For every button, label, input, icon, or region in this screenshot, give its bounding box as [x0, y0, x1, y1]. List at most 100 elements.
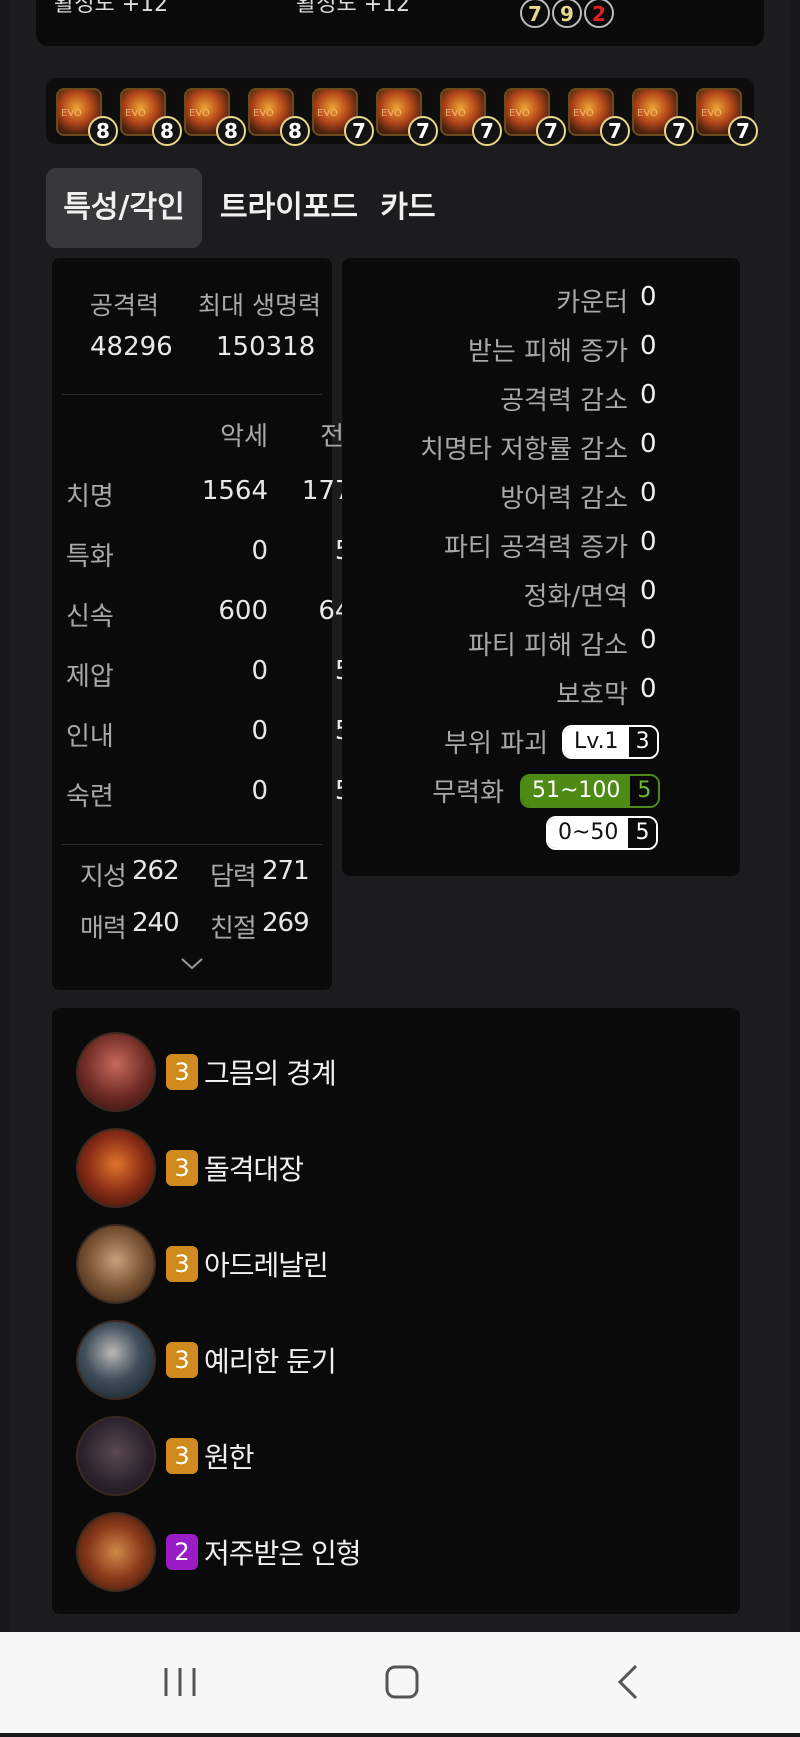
recent-apps-icon — [164, 1668, 196, 1696]
gem-level: 7 — [408, 116, 438, 146]
personality-value: 271 — [262, 856, 310, 886]
gem-icon[interactable]: EVO 8 — [184, 88, 246, 146]
gem-level: 7 — [728, 116, 758, 146]
stat-panel: 공격력 48296 최대 생명력 150318 악세 전체 치명 1564 17… — [52, 258, 368, 990]
back-icon — [617, 1664, 638, 1700]
accessory-header: 악세 — [220, 422, 268, 452]
activation-text-left: 활성도 +12 — [54, 0, 169, 17]
synergy-value: 0 — [640, 331, 657, 361]
home-button[interactable] — [352, 1632, 452, 1733]
tab-engravings[interactable]: 특성/각인 — [46, 168, 202, 248]
card-portrait-icon — [76, 1224, 156, 1304]
gem-icon[interactable]: EVO 8 — [248, 88, 310, 146]
gem-icon[interactable]: EVO 7 — [376, 88, 438, 146]
synergy-value: 0 — [640, 380, 657, 410]
synergy-value: 0 — [640, 576, 657, 606]
divider — [62, 844, 322, 845]
synergy-label: 파티 공격력 증가 — [444, 533, 628, 563]
synergy-value: 0 — [640, 282, 657, 312]
part-break-label: 부위 파괴 — [444, 729, 548, 759]
system-nav-bar — [0, 1632, 800, 1733]
gem-icon[interactable]: EVO 7 — [696, 88, 758, 146]
synergy-label: 보호막 — [556, 680, 628, 710]
attack-value: 48296 — [90, 332, 173, 362]
card-portrait-icon — [76, 1512, 156, 1592]
card-portrait-icon — [76, 1128, 156, 1208]
synergy-value: 0 — [640, 527, 657, 557]
gem-icon[interactable]: EVO 7 — [568, 88, 630, 146]
home-icon — [385, 1665, 419, 1699]
gem-level: 8 — [88, 116, 118, 146]
option-ball: 2 — [584, 0, 614, 28]
max-hp-value: 150318 — [216, 332, 316, 362]
awakening-badge: 3 — [166, 1054, 198, 1090]
option-ball: 7 — [520, 0, 550, 28]
gem-level: 7 — [600, 116, 630, 146]
synergy-value: 0 — [640, 429, 657, 459]
personality-label: 친절 — [210, 914, 257, 944]
synergy-label: 치명타 저항률 감소 — [420, 435, 628, 465]
stagger-high-range: 51~100 — [522, 776, 631, 806]
card-name: 아드레날린 — [204, 1249, 329, 1282]
stagger-low-badge: 0~50 5 — [546, 816, 659, 850]
max-hp-label: 최대 생명력 — [198, 291, 321, 320]
synergy-value: 0 — [640, 674, 657, 704]
back-button[interactable] — [578, 1632, 678, 1733]
synergy-panel: 카운터 0 받는 피해 증가 0 공격력 감소 0 치명타 저항률 감소 0 방… — [342, 258, 740, 876]
gem-level: 8 — [152, 116, 182, 146]
gem-level: 7 — [472, 116, 502, 146]
gem-icon[interactable]: EVO 7 — [632, 88, 694, 146]
gem-icon[interactable]: EVO 8 — [120, 88, 182, 146]
personality-label: 매력 — [80, 914, 127, 944]
option-ball: 9 — [552, 0, 582, 28]
synergy-value: 0 — [640, 478, 657, 508]
recent-apps-button[interactable] — [130, 1632, 230, 1733]
stat-exp-accessory: 0 — [251, 776, 268, 806]
stagger-high-count: 5 — [630, 776, 659, 806]
tab-cards[interactable]: 카드 — [376, 168, 440, 248]
synergy-label: 정화/면역 — [523, 582, 628, 612]
stagger-low-count: 5 — [628, 818, 657, 848]
awakening-badge: 2 — [166, 1534, 198, 1570]
card-portrait-icon — [76, 1416, 156, 1496]
card-name: 그믐의 경계 — [204, 1057, 337, 1090]
personality-value: 262 — [132, 856, 180, 886]
gem-icon[interactable]: EVO 8 — [56, 88, 118, 146]
stat-crit-accessory: 1564 — [201, 476, 268, 506]
part-break-tier: Lv.1 — [564, 727, 629, 757]
stat-crit-label: 치명 — [66, 482, 114, 512]
awakening-badge: 3 — [166, 1438, 198, 1474]
card-portrait-icon — [76, 1320, 156, 1400]
gem-icon[interactable]: EVO 7 — [312, 88, 374, 146]
synergy-label: 방어력 감소 — [500, 484, 628, 514]
awakening-badge: 3 — [166, 1342, 198, 1378]
awakening-badge: 3 — [166, 1150, 198, 1186]
stat-dom-label: 제압 — [66, 662, 114, 692]
attack-label: 공격력 — [90, 291, 160, 320]
gem-level: 8 — [280, 116, 310, 146]
gem-icon[interactable]: EVO 7 — [504, 88, 566, 146]
card-name: 돌격대장 — [204, 1153, 304, 1186]
personality-label: 담력 — [210, 862, 257, 892]
stat-exp-label: 숙련 — [66, 782, 114, 812]
stagger-high-badge: 51~100 5 — [520, 774, 661, 808]
gem-icon[interactable]: EVO 7 — [440, 88, 502, 146]
stagger-low-range: 0~50 — [548, 818, 629, 848]
gem-level: 7 — [536, 116, 566, 146]
synergy-label: 받는 피해 증가 — [467, 337, 628, 367]
stat-dom-accessory: 0 — [251, 656, 268, 686]
stat-swift-accessory: 600 — [218, 596, 268, 626]
card-portrait-icon — [76, 1032, 156, 1112]
awakening-badge: 3 — [166, 1246, 198, 1282]
activation-text-mid: 활성도 +12 — [296, 0, 411, 17]
gem-level: 7 — [664, 116, 694, 146]
personality-label: 지성 — [80, 862, 127, 892]
tab-tripods[interactable]: 트라이포드 — [214, 168, 364, 248]
accessory-card: 활성도 +12 활성도 +12 7 9 2 — [36, 0, 764, 46]
part-break-count: 3 — [628, 727, 657, 757]
card-name: 원한 — [204, 1441, 255, 1474]
card-name: 예리한 둔기 — [204, 1345, 337, 1378]
gem-bar: EVO 8 EVO 8 EVO 8 EVO 8 EVO 7 EVO 7 EVO 7 EVO 7 … — [46, 78, 758, 146]
chevron-down-icon[interactable] — [180, 956, 204, 972]
synergy-label: 카운터 — [556, 288, 628, 318]
